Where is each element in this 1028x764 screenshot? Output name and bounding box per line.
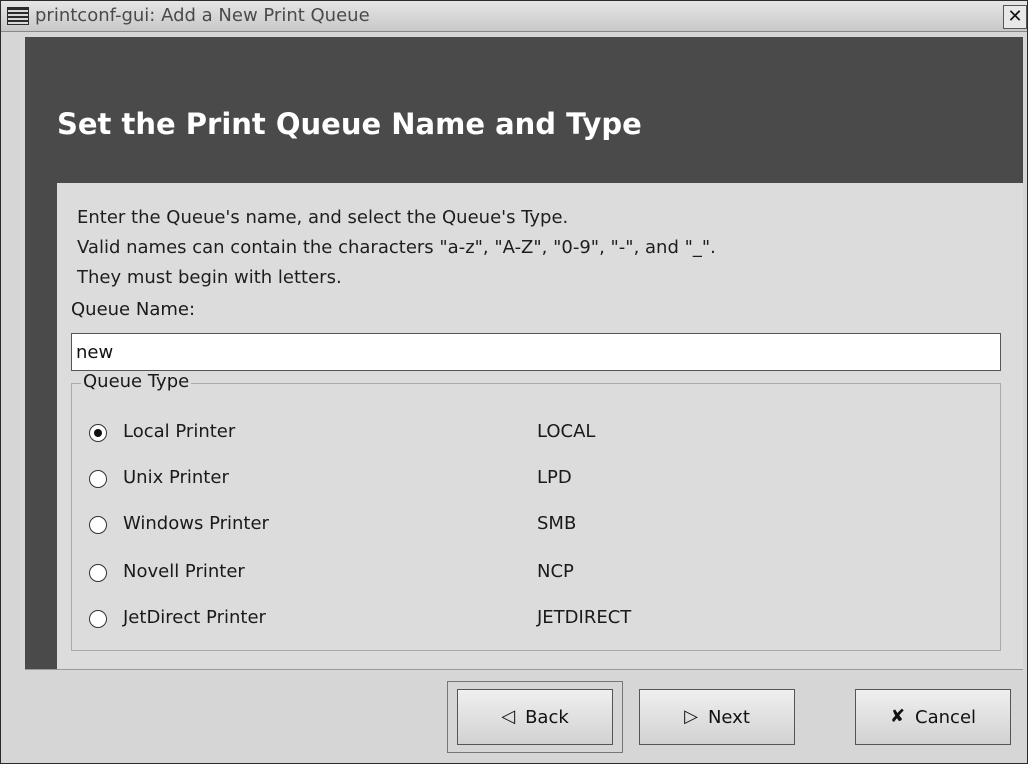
window-title: printconf-gui: Add a New Print Queue xyxy=(35,5,370,26)
right-triangle-icon: ▷ xyxy=(684,706,698,727)
instruction-line: Enter the Queue's name, and select the Q… xyxy=(77,207,569,228)
radio-button[interactable] xyxy=(89,610,107,628)
dialog-window: printconf-gui: Add a New Print Queue ✕ S… xyxy=(0,0,1028,764)
radio-label[interactable]: Novell Printer xyxy=(123,561,245,582)
radio-label[interactable]: JetDirect Printer xyxy=(123,607,266,628)
header-banner: Set the Print Queue Name and Type xyxy=(25,37,1023,183)
cancel-button[interactable]: ✘ Cancel xyxy=(855,689,1011,745)
queue-type-code: LPD xyxy=(537,467,572,488)
queue-type-code: JETDIRECT xyxy=(537,607,632,628)
radio-label[interactable]: Windows Printer xyxy=(123,513,269,534)
radio-option-novell[interactable]: Novell Printer NCP xyxy=(89,561,969,587)
radio-button-checked[interactable] xyxy=(89,424,107,442)
queue-type-legend: Queue Type xyxy=(81,371,192,392)
instruction-line: Valid names can contain the characters "… xyxy=(77,237,716,258)
next-button[interactable]: ▷ Next xyxy=(639,689,795,745)
cancel-button-label: Cancel xyxy=(915,706,977,728)
queue-name-input[interactable] xyxy=(71,333,1001,371)
button-bar-separator xyxy=(25,669,1023,670)
close-icon[interactable]: ✕ xyxy=(1003,5,1027,29)
title-bar[interactable]: printconf-gui: Add a New Print Queue ✕ xyxy=(1,1,1027,32)
radio-option-local[interactable]: Local Printer LOCAL xyxy=(89,421,969,447)
radio-label[interactable]: Local Printer xyxy=(123,421,235,442)
back-button[interactable]: ◁ Back xyxy=(457,689,613,745)
radio-button[interactable] xyxy=(89,516,107,534)
page-title: Set the Print Queue Name and Type xyxy=(57,107,642,141)
form-area: Enter the Queue's name, and select the Q… xyxy=(57,183,1023,669)
back-button-label: Back xyxy=(525,706,569,728)
queue-type-code: SMB xyxy=(537,513,577,534)
window-menu-icon[interactable] xyxy=(7,7,29,25)
radio-option-jetdirect[interactable]: JetDirect Printer JETDIRECT xyxy=(89,607,969,633)
radio-button[interactable] xyxy=(89,564,107,582)
radio-option-windows[interactable]: Windows Printer SMB xyxy=(89,513,969,539)
radio-option-unix[interactable]: Unix Printer LPD xyxy=(89,467,969,493)
queue-name-label: Queue Name: xyxy=(71,299,196,320)
radio-button[interactable] xyxy=(89,470,107,488)
queue-type-code: NCP xyxy=(537,561,574,582)
left-triangle-icon: ◁ xyxy=(501,706,516,727)
queue-type-code: LOCAL xyxy=(537,421,596,442)
instruction-line: They must begin with letters. xyxy=(77,267,342,288)
side-stripe xyxy=(25,183,57,669)
next-button-label: Next xyxy=(707,706,750,728)
radio-label[interactable]: Unix Printer xyxy=(123,467,229,488)
cancel-x-icon: ✘ xyxy=(889,706,906,727)
